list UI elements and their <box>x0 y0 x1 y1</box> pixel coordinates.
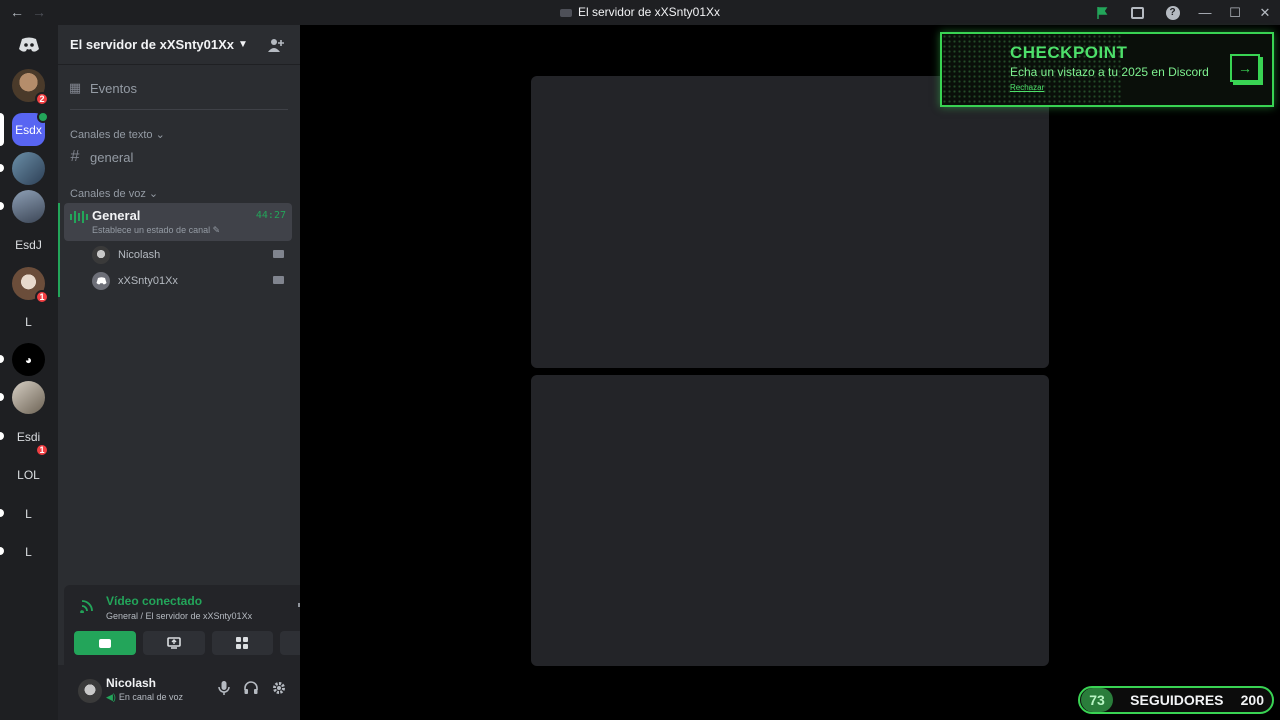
camera-toggle-button[interactable] <box>74 631 136 655</box>
voice-channel-general[interactable]: General Establece un estado de canal ✎ 4… <box>64 203 292 241</box>
channel-sidebar: El servidor de xXSnty01Xx ▼ ▦ Eventos Can… <box>58 25 352 720</box>
quest-flag-icon[interactable] <box>1085 0 1120 25</box>
settings-gear-icon[interactable] <box>272 681 286 698</box>
arrow-right-icon[interactable]: → <box>1230 54 1260 82</box>
server-rail: 2 Esdx EsdJ 1 L ◕ Esdi 1 LOL L L <box>0 25 58 720</box>
unread-pill <box>0 509 4 517</box>
voice-connected-subtitle[interactable]: General / El servidor de xXSnty01Xx <box>106 611 252 621</box>
followers-goal-bar: 73 SEGUIDORES 200 <box>1078 686 1274 714</box>
maximize-button[interactable]: ☐ <box>1220 0 1250 25</box>
notification-badge: 1 <box>35 443 49 457</box>
user-panel: Nicolash ◀) En canal de voz <box>58 665 300 720</box>
video-tile[interactable] <box>531 375 1049 666</box>
checkpoint-subtitle: Echa un vistazo a tu 2025 en Discord <box>1010 65 1209 79</box>
checkpoint-banner[interactable]: CHECKPOINT Echa un vistazo a tu 2025 en … <box>940 32 1274 107</box>
headphones-icon[interactable] <box>244 681 258 698</box>
discord-home-icon[interactable] <box>12 31 45 59</box>
channel-general-text[interactable]: # general <box>64 146 292 168</box>
voice-activity-icon <box>70 211 88 223</box>
followers-current: 73 <box>1081 688 1113 712</box>
activities-button[interactable] <box>211 631 274 655</box>
camera-icon <box>273 250 284 258</box>
server-icon[interactable] <box>12 190 45 223</box>
voice-connected-title[interactable]: Vídeo conectado <box>106 594 202 608</box>
server-icon[interactable]: L <box>12 497 45 530</box>
unread-pill <box>0 547 4 555</box>
checkpoint-title: CHECKPOINT <box>1010 43 1128 62</box>
followers-goal: 200 <box>1240 692 1264 708</box>
server-icon <box>559 8 572 17</box>
microphone-icon[interactable] <box>218 681 230 698</box>
help-icon[interactable]: ? <box>1155 0 1190 25</box>
video-camera-icon <box>98 638 111 648</box>
unread-pill <box>0 113 4 146</box>
server-icon[interactable]: EsdJ <box>12 228 45 261</box>
screen-share-icon <box>166 637 181 649</box>
server-icon[interactable]: L <box>12 305 45 338</box>
user-status: ◀) En canal de voz <box>106 692 183 702</box>
server-header[interactable]: El servidor de xXSnty01Xx ▼ <box>58 25 300 65</box>
hashtag-icon: # <box>70 148 80 165</box>
inbox-icon[interactable] <box>1120 0 1155 25</box>
signal-icon[interactable] <box>80 597 96 614</box>
voice-connected-indicator <box>58 203 60 297</box>
video-stage <box>300 25 1280 720</box>
events-row[interactable]: ▦ Eventos <box>64 77 292 99</box>
notification-badge: 2 <box>35 92 49 106</box>
username[interactable]: Nicolash <box>106 676 156 690</box>
server-icon[interactable]: L <box>12 535 45 568</box>
voice-timer: 44:27 <box>255 210 286 221</box>
server-icon[interactable]: 2 <box>12 69 49 106</box>
unread-pill <box>0 202 4 210</box>
category-text[interactable]: Canales de texto ⌄ <box>70 128 165 141</box>
close-button[interactable]: ✕ <box>1250 0 1280 25</box>
voice-member[interactable]: xXSnty01Xx <box>92 270 290 292</box>
minimize-button[interactable]: — <box>1190 0 1220 25</box>
title-bar: ← → El servidor de xXSnty01Xx ? — ☐ ✕ <box>0 0 1280 25</box>
camera-icon <box>273 276 284 284</box>
server-icon[interactable] <box>12 152 45 185</box>
activities-icon <box>236 637 249 649</box>
server-icon[interactable]: LOL <box>12 458 45 491</box>
unread-pill <box>0 355 4 363</box>
calendar-icon: ▦ <box>68 80 82 95</box>
avatar <box>92 272 110 290</box>
server-icon[interactable]: Esdi 1 <box>12 420 49 457</box>
avatar <box>92 246 110 264</box>
server-icon[interactable]: ◕ <box>12 343 45 376</box>
server-icon[interactable] <box>12 381 45 414</box>
speaker-icon: ◀) <box>106 692 116 702</box>
unread-pill <box>0 432 4 440</box>
invite-people-icon[interactable] <box>268 37 284 53</box>
video-tile[interactable] <box>531 76 1049 368</box>
followers-label: SEGUIDORES <box>1130 692 1224 708</box>
category-voice[interactable]: Canales de voz ⌄ <box>70 187 158 200</box>
divider <box>70 109 288 110</box>
server-icon[interactable]: Esdx <box>12 111 49 146</box>
chevron-down-icon: ▼ <box>238 39 248 50</box>
notification-badge: 1 <box>35 290 49 304</box>
screen-share-button[interactable] <box>142 631 205 655</box>
voice-member[interactable]: Nicolash <box>92 244 290 266</box>
dismiss-link[interactable]: Rechazar <box>1010 83 1044 92</box>
avatar[interactable] <box>78 679 102 703</box>
unread-pill <box>0 164 4 172</box>
server-icon[interactable]: 1 <box>12 267 49 304</box>
voice-active-badge <box>37 111 49 123</box>
unread-pill <box>0 393 4 401</box>
channel-status[interactable]: Establece un estado de canal ✎ <box>92 225 220 236</box>
